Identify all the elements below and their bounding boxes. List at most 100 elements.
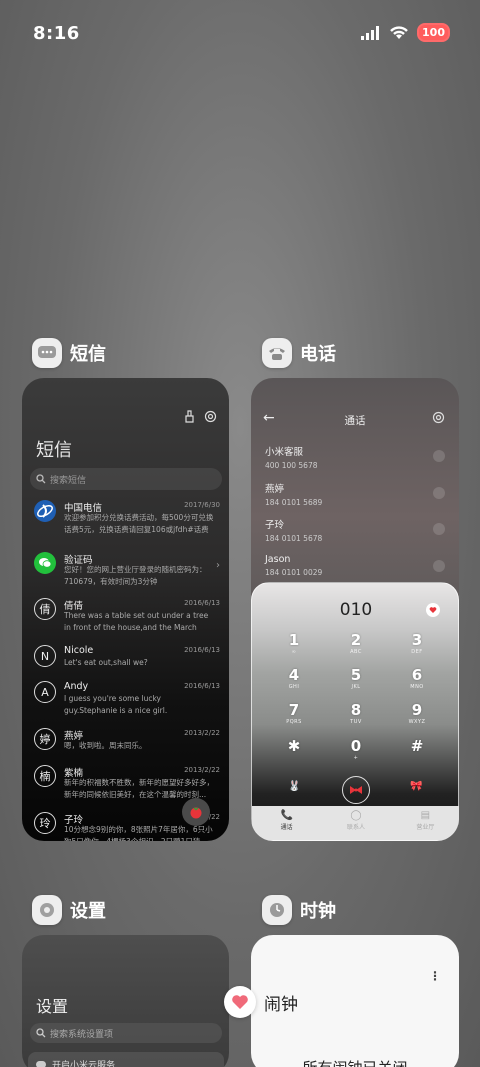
settings-item-label: 开启小米云服务 [52, 1060, 116, 1067]
call-number: 184 0101 5678 [265, 534, 323, 543]
status-time: 8:16 [33, 23, 80, 44]
battery-indicator: 100 [417, 23, 450, 42]
avatar: A [34, 681, 56, 703]
app-label-clock[interactable]: 时钟 [262, 895, 336, 925]
call-button[interactable] [342, 776, 370, 804]
tab-store[interactable]: ▤ 营业厅 [391, 806, 459, 840]
call-log-item[interactable]: Jason 184 0101 0029 [265, 554, 445, 577]
dial-key[interactable]: 5 JKL [326, 666, 386, 690]
sms-app-card[interactable]: 短信 搜索短信 中国电信 2017/6/30 欢迎参加积分兑换话费活动，每500… [22, 378, 229, 841]
cloud-icon [36, 1060, 46, 1067]
sms-preview: There was a table set out under a tree i… [64, 611, 209, 632]
telecom-logo-icon [34, 500, 56, 522]
tomato-icon [190, 807, 202, 819]
dialpad: 010 1 ∞ 2 ABC 3 DEF 4 GHI 5 JKL 6 MNO 7 PQRS 8T… [251, 582, 459, 841]
call-number: 184 0101 5689 [265, 498, 323, 507]
settings-app-name: 设置 [70, 901, 106, 922]
sms-toolbar [183, 410, 217, 423]
sms-date: 2013/2/22 [184, 766, 220, 774]
call-info-icon[interactable] [433, 523, 445, 535]
phone-app-card[interactable]: ← 通话 小米客服 400 100 5678 燕婷 184 0101 5689 … [251, 378, 459, 841]
dial-key[interactable]: 4 GHI [264, 666, 324, 690]
dial-key[interactable]: 6 MNO [387, 666, 447, 690]
sms-app-name: 短信 [70, 344, 106, 365]
sms-search-input[interactable]: 搜索短信 [30, 468, 222, 490]
compose-button[interactable] [182, 798, 210, 826]
search-icon [36, 1028, 46, 1038]
dial-key[interactable]: 3 DEF [387, 631, 447, 655]
avatar: 楠 [34, 765, 56, 787]
dial-key[interactable]: 1 ∞ [264, 631, 324, 655]
dial-key[interactable]: 0 + [326, 737, 386, 761]
clean-icon[interactable] [183, 410, 196, 423]
call-info-icon[interactable] [433, 487, 445, 499]
avatar: 婷 [34, 728, 56, 750]
dial-key[interactable]: ✱ [264, 737, 324, 755]
rabbit-icon[interactable]: 🐰 [288, 781, 300, 792]
settings-search-input[interactable]: 搜索系统设置项 [30, 1023, 222, 1043]
settings-item-cloud[interactable]: 开启小米云服务 [28, 1052, 224, 1067]
phone-title: 通话 [344, 415, 366, 427]
wifi-icon [390, 26, 408, 39]
sms-preview: I guess you're some lucky guy.Stephanie … [64, 694, 168, 715]
call-name: 小米客服 [265, 447, 304, 458]
alarm-empty-text: 所有闹钟已关闭 [251, 1057, 459, 1067]
app-label-phone[interactable]: 电话 [262, 338, 336, 368]
sms-preview: 新年的积福数不胜数，新年的愿望好多好多，新年的同候依旧美好，在这个温馨的时刻..… [64, 778, 214, 799]
phone-header: ← 通话 [251, 410, 459, 430]
app-label-settings[interactable]: 设置 [32, 895, 106, 925]
dial-key[interactable]: 8 TUV [326, 701, 386, 725]
tab-calls[interactable]: 📞 通话 [252, 806, 321, 840]
dial-key[interactable]: 7 PQRS [264, 701, 324, 725]
call-number: 184 0101 0029 [265, 568, 323, 577]
clock-app-icon [262, 895, 292, 925]
sms-preview: 欢迎参加积分兑换话费活动，每500分可兑换话费5元，兑换话费请回复106或jfd… [64, 513, 214, 534]
settings-app-icon [32, 895, 62, 925]
phone-icon: 📞 [280, 810, 293, 821]
sms-date: 2013/2/22 [184, 729, 220, 737]
store-icon: ▤ [420, 810, 431, 821]
phone-app-icon [262, 338, 292, 368]
wechat-icon [34, 552, 56, 574]
dial-key[interactable]: # [387, 737, 447, 755]
chevron-right-icon: › [216, 560, 220, 571]
call-info-icon[interactable] [433, 450, 445, 462]
app-label-sms[interactable]: 短信 [32, 338, 106, 368]
call-name: 燕婷 [265, 484, 285, 495]
signal-icon [361, 25, 380, 40]
sms-title: 短信 [36, 440, 72, 461]
sms-preview: Let's eat out,shall we? [64, 658, 148, 667]
dial-key[interactable]: 9 WXYZ [387, 701, 447, 725]
dial-key[interactable]: 2 ABC [326, 631, 386, 655]
settings-search-placeholder: 搜索系统设置项 [50, 1029, 114, 1040]
call-log-item[interactable]: 子玲 184 0101 5678 [265, 517, 445, 543]
search-icon [36, 474, 46, 484]
phone-app-name: 电话 [300, 344, 336, 365]
call-log-item[interactable]: 小米客服 400 100 5678 [265, 444, 445, 470]
call-name: Jason [265, 554, 291, 565]
settings-gear-icon[interactable] [204, 410, 217, 423]
status-icons: 100 [361, 23, 450, 42]
ribbon-icon[interactable]: 🎀 [410, 781, 422, 792]
more-menu-icon[interactable]: ⋮ [429, 969, 441, 983]
heart-icon[interactable] [426, 603, 440, 617]
contacts-icon: ◯ [350, 810, 362, 821]
settings-gear-icon[interactable] [432, 411, 445, 424]
avatar: 玲 [34, 812, 56, 834]
avatar: 倩 [34, 598, 56, 620]
alarm-header: 闹钟 [224, 986, 298, 1018]
clock-app-name: 时钟 [300, 901, 336, 922]
call-info-icon[interactable] [433, 560, 445, 572]
settings-app-card[interactable]: 设置 搜索系统设置项 开启小米云服务 [22, 935, 229, 1067]
sms-date: 2016/6/13 [184, 599, 220, 607]
sms-preview: 嗯，收到啦。周末同乐。 [64, 741, 147, 750]
sms-sender: Nicole [64, 645, 94, 656]
sms-app-icon [32, 338, 62, 368]
call-log-item[interactable]: 燕婷 184 0101 5689 [265, 481, 445, 507]
call-number: 400 100 5678 [265, 461, 318, 470]
sms-date: 2017/6/30 [184, 501, 220, 509]
avatar: N [34, 645, 56, 667]
tab-contacts[interactable]: ◯ 联系人 [321, 806, 390, 840]
bow-icon [350, 786, 362, 794]
status-bar: 8:16 100 [0, 0, 480, 68]
